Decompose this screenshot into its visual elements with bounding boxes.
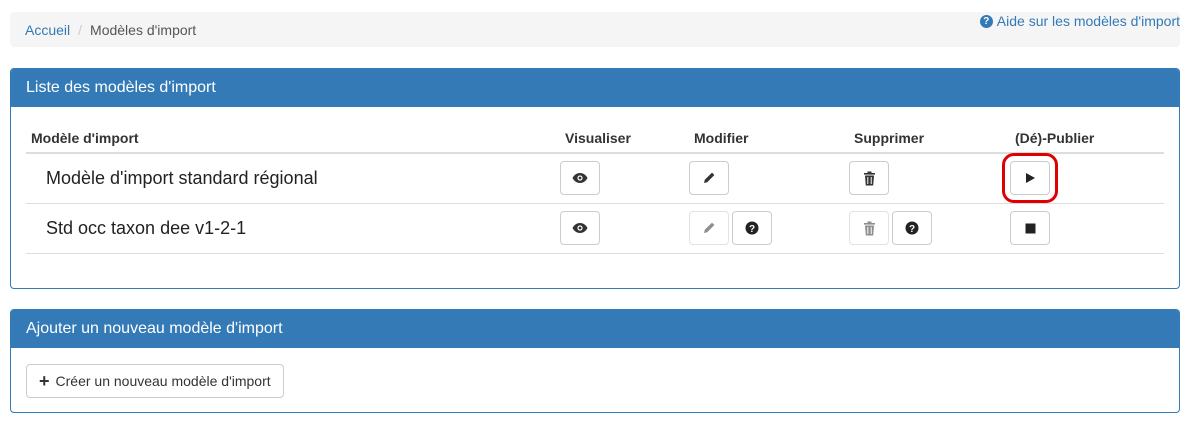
edit-button[interactable]: [689, 161, 729, 196]
breadcrumb-home-link[interactable]: Accueil: [25, 22, 70, 38]
eye-icon: [572, 173, 588, 184]
add-import-model-panel: Ajouter un nouveau modèle d'import + Cré…: [10, 309, 1180, 413]
edit-button-disabled: [689, 211, 729, 245]
delete-button[interactable]: [849, 161, 889, 196]
panel-title: Ajouter un nouveau modèle d'import: [11, 310, 1179, 348]
model-name: Std occ taxon dee v1-2-1: [26, 203, 560, 254]
panel-title: Liste des modèles d'import: [11, 69, 1179, 107]
unpublish-button[interactable]: [1010, 211, 1050, 245]
column-header-view: Visualiser: [560, 124, 689, 154]
svg-text:?: ?: [749, 224, 755, 235]
svg-text:?: ?: [909, 224, 915, 235]
column-header-edit: Modifier: [689, 124, 849, 154]
column-header-model: Modèle d'import: [26, 124, 560, 154]
question-circle-icon: ?: [745, 221, 759, 235]
import-models-table: Modèle d'import Visualiser Modifier Supp…: [26, 124, 1164, 254]
table-row: Std occ taxon dee v1-2-1 ? ?: [26, 203, 1164, 254]
publish-button[interactable]: [1002, 153, 1058, 204]
plus-icon: +: [39, 371, 50, 391]
stop-icon: [1025, 223, 1035, 233]
question-circle-icon: ?: [979, 14, 993, 28]
pencil-icon: [704, 172, 715, 184]
help-link-label: Aide sur les modèles d'import: [996, 13, 1180, 29]
import-models-list-panel: Liste des modèles d'import Modèle d'impo…: [10, 68, 1180, 289]
column-header-publish: (Dé)-Publier: [1010, 124, 1164, 154]
model-name: Modèle d'import standard régional: [26, 153, 560, 204]
view-button[interactable]: [560, 161, 600, 196]
question-circle-icon: ?: [905, 221, 919, 235]
column-header-delete: Supprimer: [849, 124, 1010, 154]
breadcrumb-current: Modèles d'import: [90, 21, 197, 38]
eye-icon: [572, 223, 588, 233]
delete-help-button[interactable]: ?: [892, 211, 932, 245]
trash-icon: [863, 221, 875, 235]
create-import-model-button[interactable]: + Créer un nouveau modèle d'import: [26, 364, 284, 398]
play-icon: [1026, 173, 1035, 184]
edit-help-button[interactable]: ?: [732, 211, 772, 245]
breadcrumb-separator: /: [78, 21, 83, 38]
create-button-label: Créer un nouveau modèle d'import: [55, 373, 271, 389]
view-button[interactable]: [560, 211, 600, 245]
pencil-icon: [704, 222, 715, 233]
table-row: Modèle d'import standard régional: [26, 153, 1164, 204]
trash-icon: [863, 171, 875, 186]
help-link[interactable]: ? Aide sur les modèles d'import: [979, 13, 1180, 29]
delete-button-disabled: [849, 211, 889, 245]
